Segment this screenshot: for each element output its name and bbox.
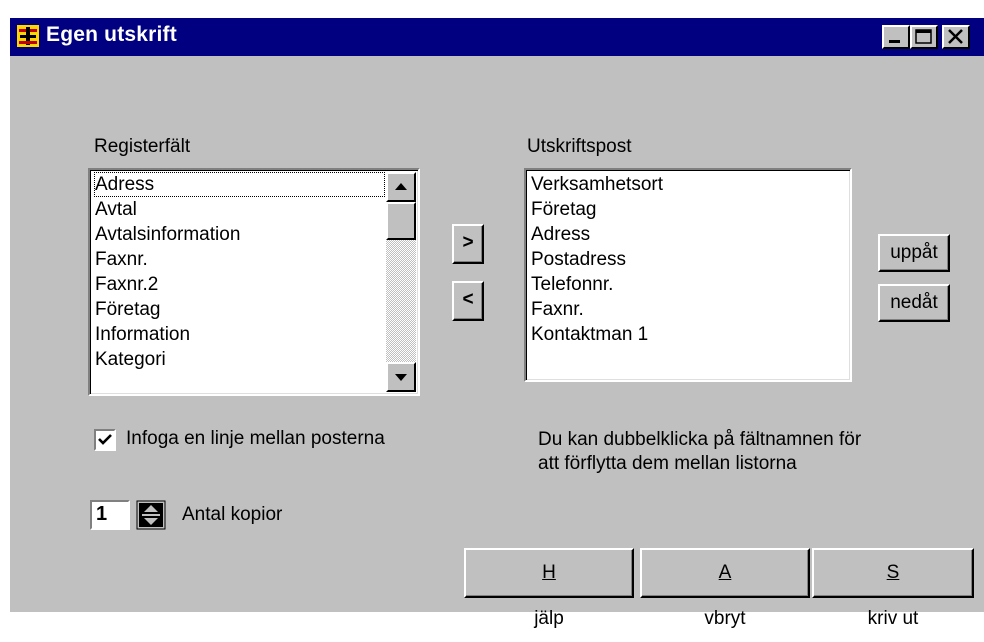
register-fields-items: Adress Avtal Avtalsinformation Faxnr. Faxnr.… — [94, 172, 418, 372]
list-item[interactable]: Avtalsinformation — [94, 222, 418, 247]
copies-label: Antal kopior — [182, 504, 283, 525]
list-item[interactable]: Faxnr. — [94, 247, 418, 272]
insert-line-checkbox[interactable] — [94, 429, 116, 451]
print-record-label: Utskriftspost — [527, 136, 632, 157]
arrow-up-icon — [395, 183, 407, 190]
cancel-label: Avbryt — [704, 562, 746, 629]
copies-spinner[interactable] — [136, 500, 166, 530]
scroll-down-button[interactable] — [386, 362, 416, 392]
list-item[interactable]: Företag — [94, 297, 418, 322]
move-up-button[interactable]: uppåt — [878, 234, 950, 272]
list-item[interactable]: Information — [94, 322, 418, 347]
print-button[interactable]: Skriv ut — [812, 548, 974, 629]
minimize-icon — [889, 40, 900, 43]
move-down-label: nedåt — [890, 292, 938, 313]
remove-field-label: < — [462, 289, 474, 310]
print-label: Skriv ut — [867, 562, 919, 629]
print-record-items: Verksamhetsort Företag Adress Postadress Tel… — [530, 172, 850, 347]
list-item[interactable]: Adress — [94, 172, 385, 197]
spinner-icon — [136, 500, 166, 530]
add-field-label: > — [462, 232, 474, 253]
arrow-down-icon — [395, 374, 407, 381]
list-item[interactable]: Verksamhetsort — [530, 172, 850, 197]
close-button[interactable] — [942, 25, 970, 49]
move-up-label: uppåt — [890, 242, 938, 263]
cancel-button[interactable]: Avbryt — [640, 548, 810, 629]
move-down-button[interactable]: nedåt — [878, 284, 950, 322]
list-item[interactable]: Postadress — [530, 247, 850, 272]
list-item[interactable]: Avtal — [94, 197, 418, 222]
help-button[interactable]: Hjälp — [464, 548, 634, 629]
hint-line-2: att förflytta dem mellan listorna — [538, 453, 797, 474]
close-icon — [948, 29, 963, 44]
dialog-window: Egen utskrift Registerfält Adress Avtal Av… — [10, 18, 984, 629]
list-item[interactable]: Kategori — [94, 347, 418, 372]
list-item[interactable]: Faxnr.2 — [94, 272, 418, 297]
copies-value: 1 — [96, 503, 108, 525]
insert-line-label[interactable]: Infoga en linje mellan posterna — [126, 428, 385, 450]
title-bar[interactable]: Egen utskrift — [10, 18, 984, 56]
copies-input[interactable]: 1 — [90, 500, 130, 530]
maximize-icon — [915, 29, 932, 44]
print-record-listbox[interactable]: Verksamhetsort Företag Adress Postadress Tel… — [524, 168, 852, 382]
hint-text: Du kan dubbelklicka på fältnamnen för at… — [538, 428, 861, 476]
vertical-scrollbar[interactable] — [386, 172, 416, 392]
minimize-button[interactable] — [882, 25, 910, 49]
scroll-thumb[interactable] — [386, 202, 416, 240]
maximize-button[interactable] — [910, 25, 938, 49]
list-item[interactable]: Kontaktman 1 — [530, 322, 850, 347]
list-item[interactable]: Företag — [530, 197, 850, 222]
list-item[interactable]: Adress — [530, 222, 850, 247]
list-item[interactable]: Telefonnr. — [530, 272, 850, 297]
help-label: Hjälp — [534, 562, 564, 629]
register-fields-label: Registerfält — [94, 136, 191, 157]
window-title: Egen utskrift — [46, 23, 177, 46]
remove-field-button[interactable]: < — [452, 281, 484, 321]
checkmark-icon — [98, 434, 112, 445]
add-field-button[interactable]: > — [452, 224, 484, 264]
scroll-up-button[interactable] — [386, 172, 416, 202]
register-fields-listbox[interactable]: Adress Avtal Avtalsinformation Faxnr. Faxnr.… — [88, 168, 420, 396]
app-icon — [17, 25, 39, 47]
hint-line-1: Du kan dubbelklicka på fältnamnen för — [538, 429, 862, 450]
list-item[interactable]: Faxnr. — [530, 297, 850, 322]
